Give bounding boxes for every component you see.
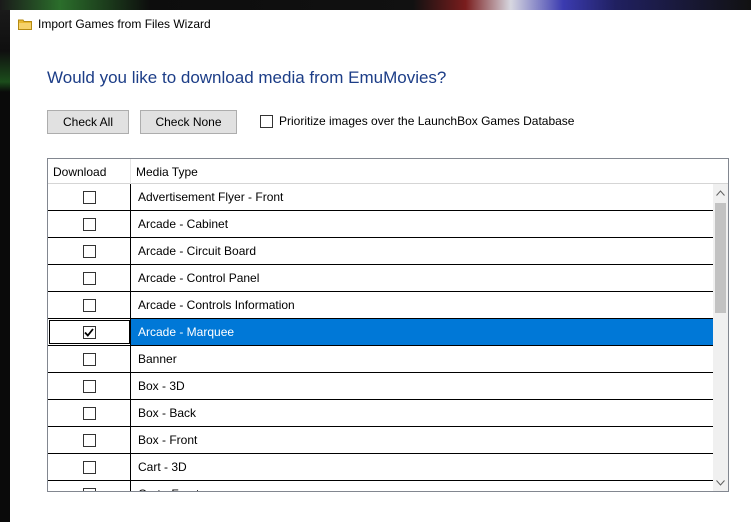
table-row[interactable]: Arcade - Circuit Board (48, 238, 714, 265)
scrollbar-thumb[interactable] (715, 203, 726, 313)
download-cell (48, 292, 131, 318)
media-type-cell: Arcade - Marquee (131, 319, 714, 345)
table-row[interactable]: Cart - 3D (48, 454, 714, 481)
wizard-window: Import Games from Files Wizard Would you… (10, 10, 751, 522)
background-app-strip (0, 0, 751, 10)
scrollbar-header-pad (713, 159, 728, 184)
media-type-cell: Arcade - Control Panel (138, 271, 260, 285)
download-checkbox[interactable] (82, 298, 96, 312)
download-cell (48, 265, 131, 291)
media-type-cell: Cart - Front (131, 481, 714, 491)
table-row[interactable]: Box - 3D (48, 373, 714, 400)
table-row[interactable]: Banner (48, 346, 714, 373)
grid-header: Download Media Type (48, 159, 714, 184)
chevron-down-icon[interactable] (713, 474, 728, 491)
window-title: Import Games from Files Wizard (38, 17, 211, 31)
download-checkbox[interactable] (82, 271, 96, 285)
media-type-cell: Banner (138, 352, 177, 366)
download-cell (48, 319, 131, 345)
download-checkbox[interactable] (82, 433, 96, 447)
media-type-cell: Cart - 3D (138, 460, 187, 474)
title-bar[interactable]: Import Games from Files Wizard (10, 10, 751, 38)
download-checkbox[interactable] (82, 190, 96, 204)
chevron-up-icon[interactable] (713, 184, 728, 201)
download-cell (48, 346, 131, 372)
download-cell (48, 373, 131, 399)
media-type-grid: Download Media Type Advertisement Flyer … (47, 158, 729, 492)
download-checkbox[interactable] (82, 352, 96, 366)
prioritize-images-label: Prioritize images over the LaunchBox Gam… (279, 114, 575, 128)
column-header-download[interactable]: Download (48, 159, 131, 184)
table-row[interactable]: Box - Back (48, 400, 714, 427)
download-cell (48, 454, 131, 480)
media-type-cell: Box - Back (138, 406, 197, 420)
download-checkbox[interactable] (82, 217, 96, 231)
download-checkbox[interactable] (82, 460, 96, 474)
table-row[interactable]: Arcade - Marquee (48, 319, 714, 346)
media-type-cell: Advertisement Flyer - Front (138, 190, 284, 204)
table-row[interactable]: Box - Front (48, 427, 714, 454)
grid-rows: Advertisement Flyer - Front Arcade - Cabi… (48, 184, 714, 491)
table-row[interactable]: Advertisement Flyer - Front (48, 184, 714, 211)
download-cell (48, 481, 131, 491)
vertical-scrollbar[interactable] (713, 159, 728, 491)
download-cell (48, 211, 131, 237)
page-title: Would you like to download media from Em… (47, 68, 447, 87)
prioritize-images-checkbox[interactable] (260, 114, 273, 128)
download-checkbox[interactable] (82, 244, 96, 258)
table-row[interactable]: Arcade - Cabinet (48, 211, 714, 238)
background-app-edge (0, 10, 10, 522)
download-cell (48, 400, 131, 426)
prioritize-images-option[interactable]: Prioritize images over the LaunchBox Gam… (260, 114, 574, 128)
folder-icon (18, 18, 32, 30)
table-row[interactable]: Arcade - Control Panel (48, 265, 714, 292)
check-all-button[interactable]: Check All (47, 110, 129, 134)
table-row[interactable]: Arcade - Controls Information (48, 292, 714, 319)
media-type-cell: Box - Front (138, 433, 198, 447)
download-checkbox[interactable] (82, 487, 96, 491)
media-type-cell: Box - 3D (138, 379, 185, 393)
download-checkbox[interactable] (82, 406, 96, 420)
download-checkbox[interactable] (82, 379, 96, 393)
table-row[interactable]: Cart - Front (48, 481, 714, 491)
download-checkbox[interactable] (82, 325, 96, 339)
download-cell (48, 238, 131, 264)
check-none-button[interactable]: Check None (140, 110, 237, 134)
media-type-cell: Arcade - Cabinet (138, 217, 229, 231)
column-header-media-type[interactable]: Media Type (131, 159, 714, 184)
download-cell (48, 184, 131, 210)
download-cell (48, 427, 131, 453)
media-type-cell: Arcade - Circuit Board (138, 244, 257, 258)
checkmark-icon (84, 327, 94, 337)
media-type-cell: Arcade - Controls Information (138, 298, 295, 312)
